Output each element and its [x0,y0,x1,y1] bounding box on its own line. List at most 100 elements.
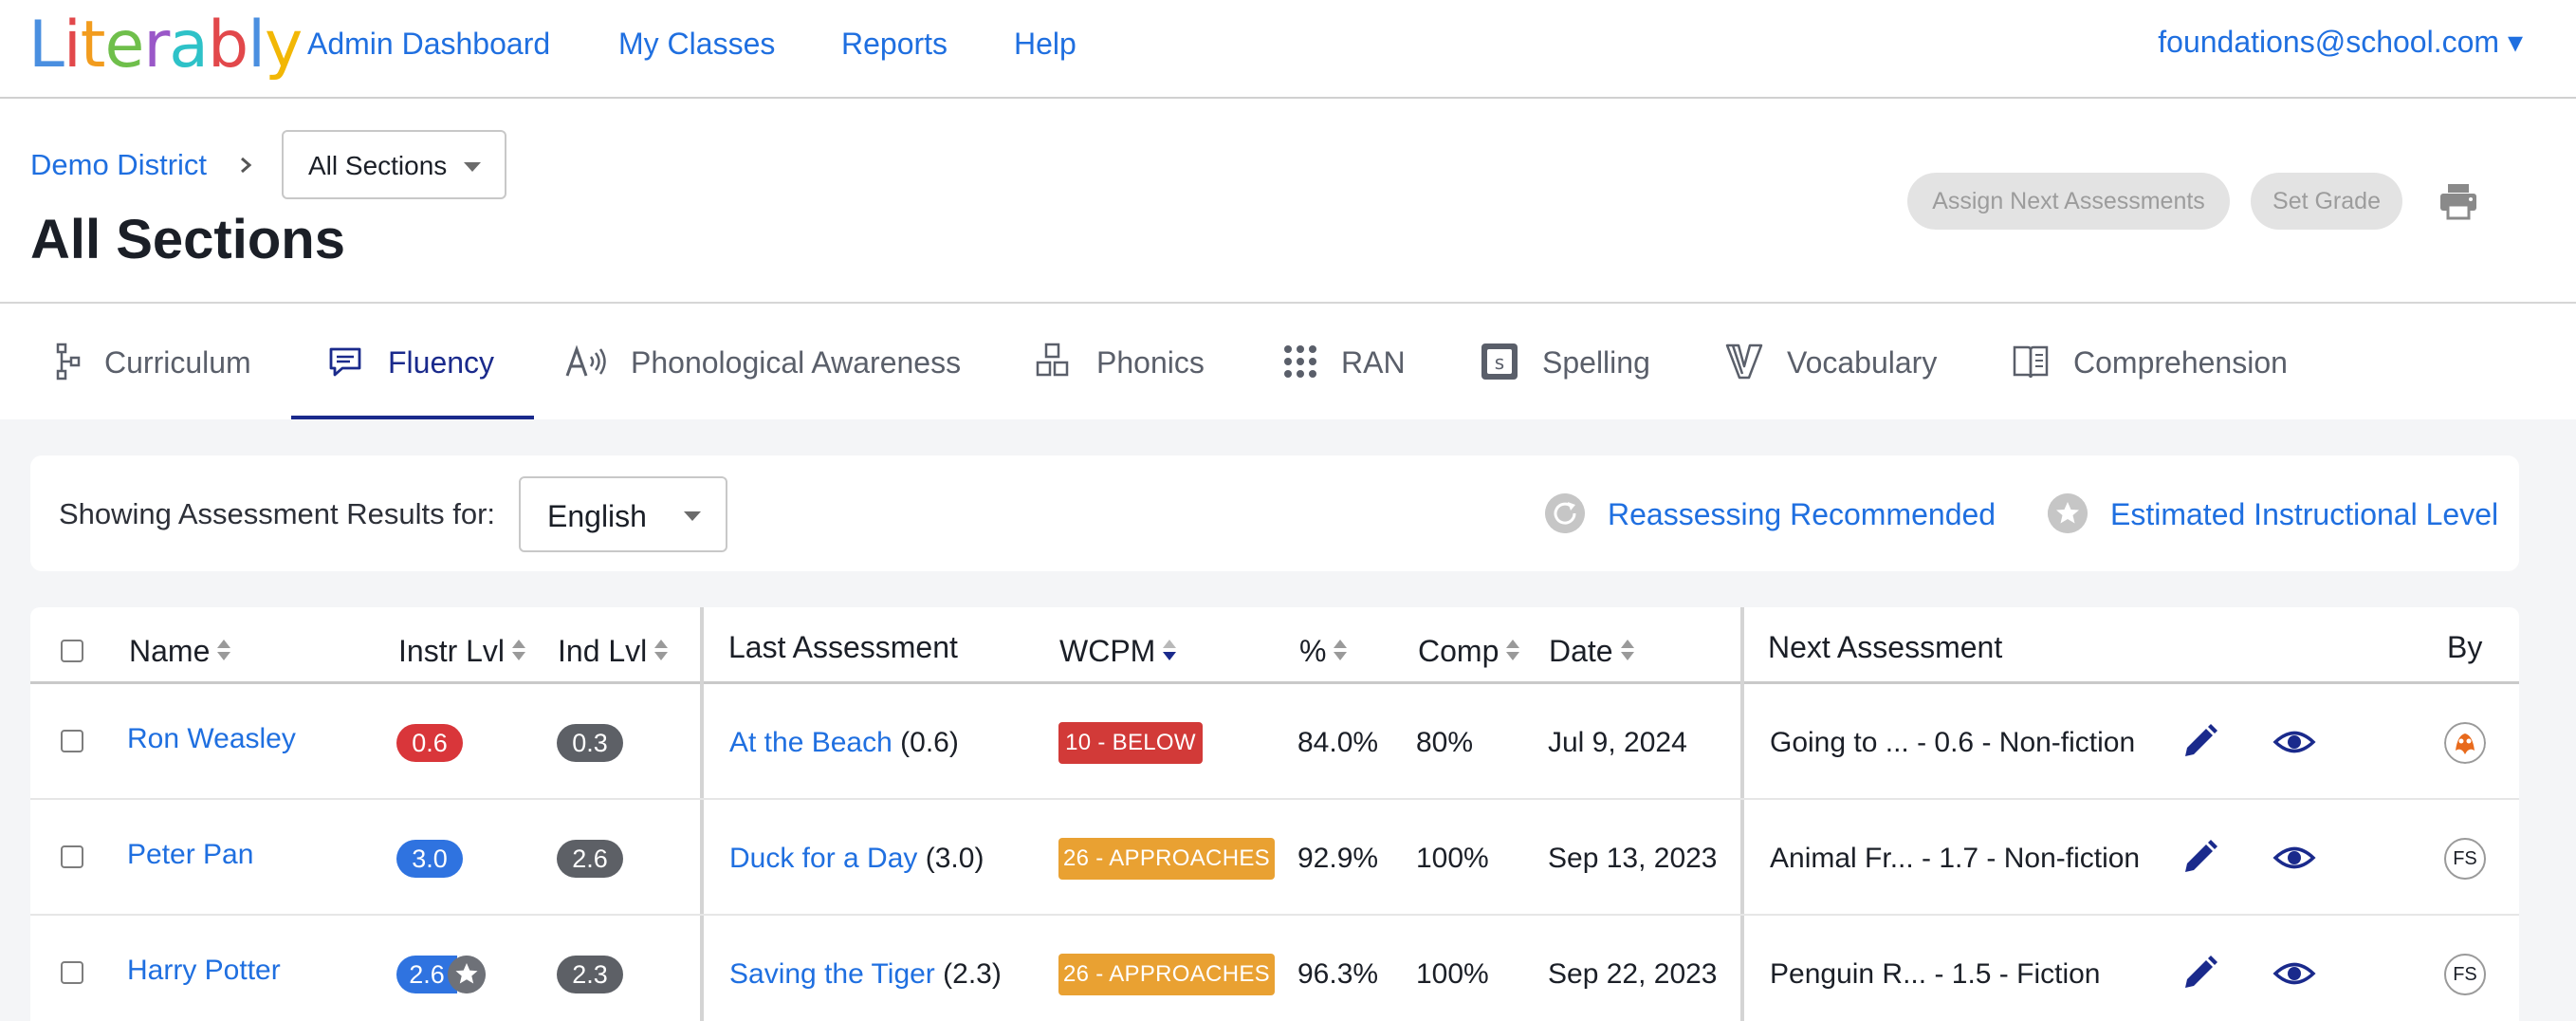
pencil-icon[interactable] [2178,720,2221,764]
nav-help[interactable]: Help [1014,25,1076,63]
next-assessment: Animal Fr... - 1.7 - Non-fiction [1770,843,2141,874]
column-header-comp[interactable]: Comp [1418,632,1520,670]
row-checkbox[interactable] [61,730,83,752]
last-assessment-link[interactable]: Duck for a Day [729,843,917,874]
print-icon[interactable] [2438,180,2479,222]
last-assessment-link[interactable]: At the Beach [729,727,892,758]
chevron-right-icon [241,157,252,174]
curriculum-tree-icon [56,343,81,381]
sort-icon [1620,638,1634,664]
last-assessment-level: (2.3) [943,958,1002,990]
column-header-name[interactable]: Name [129,632,231,670]
column-header-instr-lvl[interactable]: Instr Lvl [398,632,526,670]
logo-letter: e [104,8,144,83]
phonics-blocks-icon [1036,343,1069,377]
comprehension-percent: 100% [1416,843,1489,874]
row-checkbox[interactable] [61,845,83,868]
results-table: Name Instr Lvl Ind Lvl Last Assessment W… [30,607,2519,1021]
wcpm-badge: 26 - APPROACHES [1058,838,1275,880]
logo-letter: a [169,8,209,83]
column-label: Date [1549,634,1613,668]
tab-comprehension[interactable]: Comprehension [2011,304,2295,419]
tab-curriculum[interactable]: Curriculum [55,304,264,419]
instructional-level-badge: 0.6 [396,724,463,762]
column-header-percent[interactable]: % [1299,632,1348,670]
student-name-link[interactable]: Ron Weasley [127,723,296,754]
section-select-value: All Sections [308,151,448,180]
tab-label: Comprehension [2073,345,2288,380]
vocabulary-v-icon [1725,343,1763,380]
tab-spelling[interactable]: s Spelling [1480,304,1669,419]
assessor-initials-avatar: FS [2444,954,2486,995]
next-assessment: Penguin R... - 1.5 - Fiction [1770,958,2101,990]
tab-fluency[interactable]: Fluency [291,304,534,419]
last-assessment-link[interactable]: Saving the Tiger [729,958,935,990]
section-select[interactable]: All Sections [282,130,506,199]
independent-level-badge: 2.3 [557,956,623,993]
comprehension-percent: 80% [1416,727,1474,758]
assessor-initials-avatar: FS [2444,838,2486,880]
logo-letter: b [207,8,248,83]
tab-phonological-awareness[interactable]: Phonological Awareness [564,304,972,419]
page-title: All Sections [30,209,345,270]
column-header-last-assessment: Last Assessment [728,630,958,664]
tab-label: Vocabulary [1787,345,1938,380]
user-account-menu[interactable]: foundations@school.com ▾ [2158,23,2523,61]
book-icon [2013,345,2049,379]
logo-letter: L [28,8,64,83]
column-header-wcpm[interactable]: WCPM [1059,632,1177,670]
assessment-date: Jul 9, 2024 [1548,727,1687,758]
student-name-link[interactable]: Peter Pan [127,839,253,870]
literably-logo[interactable]: Literably [28,8,303,84]
assessment-date: Sep 22, 2023 [1548,958,1718,990]
tab-phonics[interactable]: Phonics [1034,304,1214,419]
tab-ran[interactable]: RAN [1280,304,1413,419]
logo-letter: t [80,8,106,83]
logo-letter: r [143,8,170,83]
reassess-icon [1545,493,1585,533]
nav-reports[interactable]: Reports [841,25,948,63]
column-label: % [1299,634,1327,668]
last-assessment-level: (3.0) [925,843,984,874]
table-row: Harry Potter 2.6 2.3 Saving the Tiger (2… [30,916,2519,1021]
sort-icon [1506,638,1520,664]
nav-admin-dashboard[interactable]: Admin Dashboard [307,25,550,63]
select-all-checkbox[interactable] [61,640,83,662]
tab-label: Phonics [1096,345,1205,380]
language-select[interactable]: English [519,476,727,552]
tab-label: RAN [1341,345,1406,380]
dots-grid-icon [1284,345,1316,378]
assessment-tabs: Curriculum Fluency Phonological Awarenes… [0,302,2576,419]
tab-vocabulary[interactable]: Vocabulary [1724,304,1952,419]
eye-icon[interactable] [2272,836,2316,880]
eye-icon[interactable] [2272,720,2316,764]
comprehension-percent: 100% [1416,958,1489,990]
column-header-ind-lvl[interactable]: Ind Lvl [558,632,669,670]
pencil-icon[interactable] [2178,952,2221,995]
eye-icon[interactable] [2272,952,2316,995]
phonological-sound-icon [565,344,606,377]
top-navbar: Literably Admin Dashboard My Classes Rep… [0,0,2576,99]
pencil-icon[interactable] [2178,836,2221,880]
sort-icon [654,638,669,664]
legend-reassessing-recommended[interactable]: Reassessing Recommended [1545,492,2000,533]
column-label: Comp [1418,634,1500,668]
student-name-link[interactable]: Harry Potter [127,955,281,986]
nav-my-classes[interactable]: My Classes [618,25,775,63]
chat-bubble-icon [329,347,361,377]
set-grade-button[interactable]: Set Grade [2251,173,2402,230]
assessment-date: Sep 13, 2023 [1548,843,1718,874]
sort-icon [512,638,526,664]
row-checkbox[interactable] [61,961,83,984]
breadcrumb-district[interactable]: Demo District [30,148,207,182]
wcpm-badge: 26 - APPROACHES [1058,954,1275,995]
legend-estimated-instructional-level[interactable]: Estimated Instructional Level [2048,492,2503,533]
column-header-by: By [2447,630,2483,664]
caret-down-icon [684,511,701,521]
accuracy-percent: 92.9% [1297,843,1379,874]
column-header-date[interactable]: Date [1549,632,1634,670]
assign-next-assessments-button[interactable]: Assign Next Assessments [1907,173,2230,230]
filter-label: Showing Assessment Results for: [59,497,496,530]
independent-level-badge: 2.6 [557,840,623,878]
legend-label: Estimated Instructional Level [2110,497,2499,531]
